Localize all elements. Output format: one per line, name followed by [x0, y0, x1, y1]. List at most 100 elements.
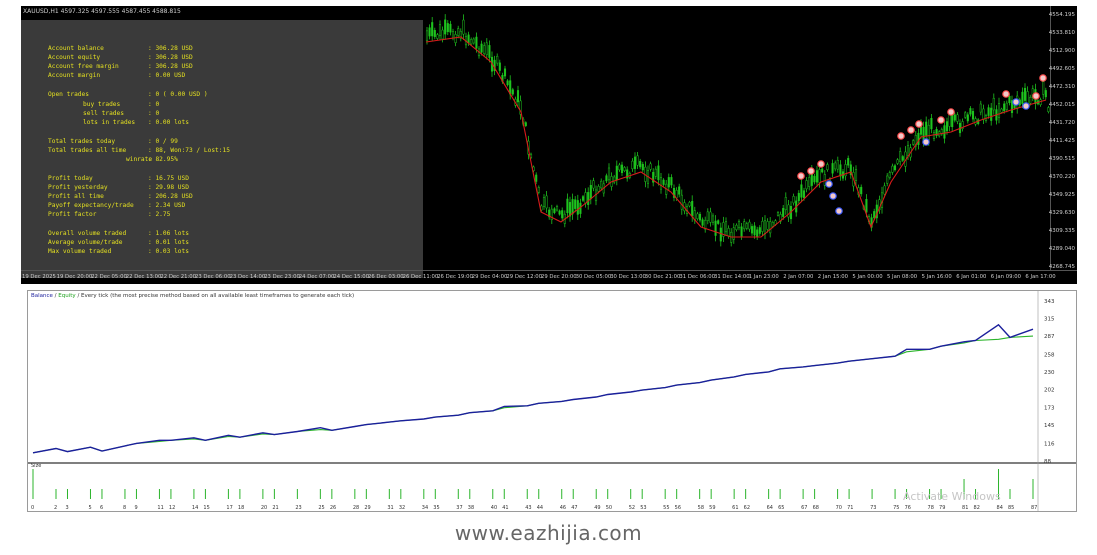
- y-tick-label: 173: [1044, 406, 1055, 412]
- x-tick-label: 85: [1008, 505, 1014, 511]
- candle-body: [446, 23, 449, 32]
- candle-body: [600, 180, 603, 189]
- candle-body: [912, 140, 915, 145]
- source-website-url: www.eazhijia.com: [454, 521, 643, 545]
- candle-body: [792, 196, 795, 204]
- candle-body: [589, 185, 592, 200]
- x-tick-label: 68: [813, 505, 819, 511]
- stat-row: buy trades: 0: [83, 101, 159, 108]
- candle-body: [815, 170, 819, 183]
- candle-body: [680, 194, 683, 210]
- candle-body: [769, 221, 772, 234]
- candle-body: [951, 113, 954, 128]
- chart-symbol-title: XAUUSD,H1 4597.325 4597.555 4587.455 458…: [23, 8, 181, 15]
- stat-row: Payoff expectancy/trade : 2.34 USD: [48, 202, 185, 209]
- candle-body: [449, 23, 452, 33]
- candle-body: [831, 163, 834, 174]
- x-tick-label: 40: [491, 505, 497, 511]
- candle-body: [732, 227, 735, 240]
- time-tick: 23 Dec 14:00: [229, 274, 266, 280]
- stat-value: : 0: [148, 110, 160, 117]
- time-tick: 30 Dec 21:00: [644, 274, 681, 280]
- stat-value: : 2.34 USD: [148, 202, 186, 209]
- price-tick: 4431.720: [1048, 120, 1075, 126]
- x-tick-label: 8: [123, 505, 126, 511]
- candle-body: [592, 180, 595, 189]
- strategy-tester-graph[interactable]: Balance / Equity / Every tick (the most …: [27, 290, 1077, 512]
- time-tick: 24 Dec 15:00: [333, 274, 370, 280]
- stat-value: : 1.06 lots: [148, 230, 189, 237]
- candle-body: [917, 132, 920, 145]
- candle-body: [425, 30, 429, 41]
- x-tick-label: 6: [100, 505, 103, 511]
- candle-body: [930, 118, 933, 130]
- candle-body: [906, 144, 910, 157]
- x-tick-label: 31: [387, 505, 393, 511]
- candle-body: [581, 196, 585, 201]
- buy-trade-marker: [922, 138, 930, 146]
- candle-body: [691, 200, 694, 217]
- x-tick-label: 49: [594, 505, 600, 511]
- x-tick-label: 14: [192, 505, 198, 511]
- time-tick: 30 Dec 13:00: [610, 274, 646, 280]
- sell-trade-marker: [897, 132, 905, 140]
- candle-body: [587, 192, 590, 205]
- time-tick: 5 Jan 16:00: [921, 274, 952, 280]
- stat-label: Average volume/trade: [48, 239, 123, 246]
- stat-label: Payoff expectancy/trade: [48, 202, 134, 209]
- time-tick: 22 Dec 21:00: [160, 274, 197, 280]
- candle-body: [893, 165, 897, 171]
- candle-body: [1047, 107, 1050, 112]
- candle-body: [873, 211, 876, 219]
- stat-value: : 0.00 USD: [148, 72, 186, 79]
- candle-body: [969, 108, 972, 115]
- time-tick: 29 Dec 04:00: [471, 274, 508, 280]
- stat-value: : 0: [148, 101, 160, 108]
- candle-body: [584, 192, 587, 204]
- time-tick: 22 Dec 05:00: [91, 274, 127, 280]
- candle-body: [784, 197, 787, 211]
- candle-body: [982, 108, 985, 120]
- candle-body: [883, 185, 886, 195]
- candle-body: [706, 211, 709, 221]
- candle-body: [698, 213, 702, 221]
- sell-trade-marker: [1039, 74, 1047, 82]
- stat-value: : 0.01 lots: [148, 239, 189, 246]
- candle-body: [597, 186, 600, 192]
- candle-body: [574, 199, 577, 209]
- y-tick-label: 287: [1044, 334, 1055, 340]
- x-tick-label: 28: [353, 505, 359, 511]
- x-tick-label: 15: [203, 505, 209, 511]
- candle-body: [750, 226, 754, 234]
- candle-body: [826, 164, 829, 170]
- candle-body: [776, 212, 780, 216]
- sell-trade-marker: [807, 167, 815, 175]
- candle-body: [436, 34, 439, 39]
- candle-body: [860, 186, 863, 195]
- candle-body: [717, 220, 720, 224]
- stat-row: Average volume/trade : 0.01 lots: [48, 239, 189, 246]
- stat-row: Max volume traded: 0.03 lots: [48, 248, 189, 255]
- x-tick-label: 29: [364, 505, 370, 511]
- x-tick-label: 82: [974, 505, 980, 511]
- time-tick: 6 Jan 01:00: [956, 274, 987, 280]
- stat-row: winrate: 82.95%: [126, 156, 178, 163]
- candle-body: [558, 210, 561, 215]
- candle-body: [553, 208, 556, 213]
- candle-body: [899, 151, 902, 162]
- time-tick: 29 Dec 12:00: [506, 274, 543, 280]
- stat-value: : 0 / 99: [148, 138, 178, 145]
- candle-body: [545, 195, 548, 209]
- candle-body: [932, 132, 936, 139]
- time-tick: 1 Jan 23:00: [748, 274, 779, 280]
- x-tick-label: 53: [640, 505, 646, 511]
- time-tick: 30 Dec 05:00: [575, 274, 612, 280]
- candle-body: [467, 34, 470, 43]
- stat-value: : 0.03 lots: [148, 248, 189, 255]
- x-tick-label: 62: [744, 505, 750, 511]
- price-chart-window[interactable]: XAUUSD,H1 4597.325 4597.555 4587.455 458…: [21, 6, 1077, 284]
- candle-body: [992, 97, 995, 111]
- candle-body: [670, 177, 673, 186]
- ea-statistics-panel: Account balance: 306.28 USD Account equit…: [21, 20, 423, 278]
- y-tick-label: 145: [1044, 423, 1055, 429]
